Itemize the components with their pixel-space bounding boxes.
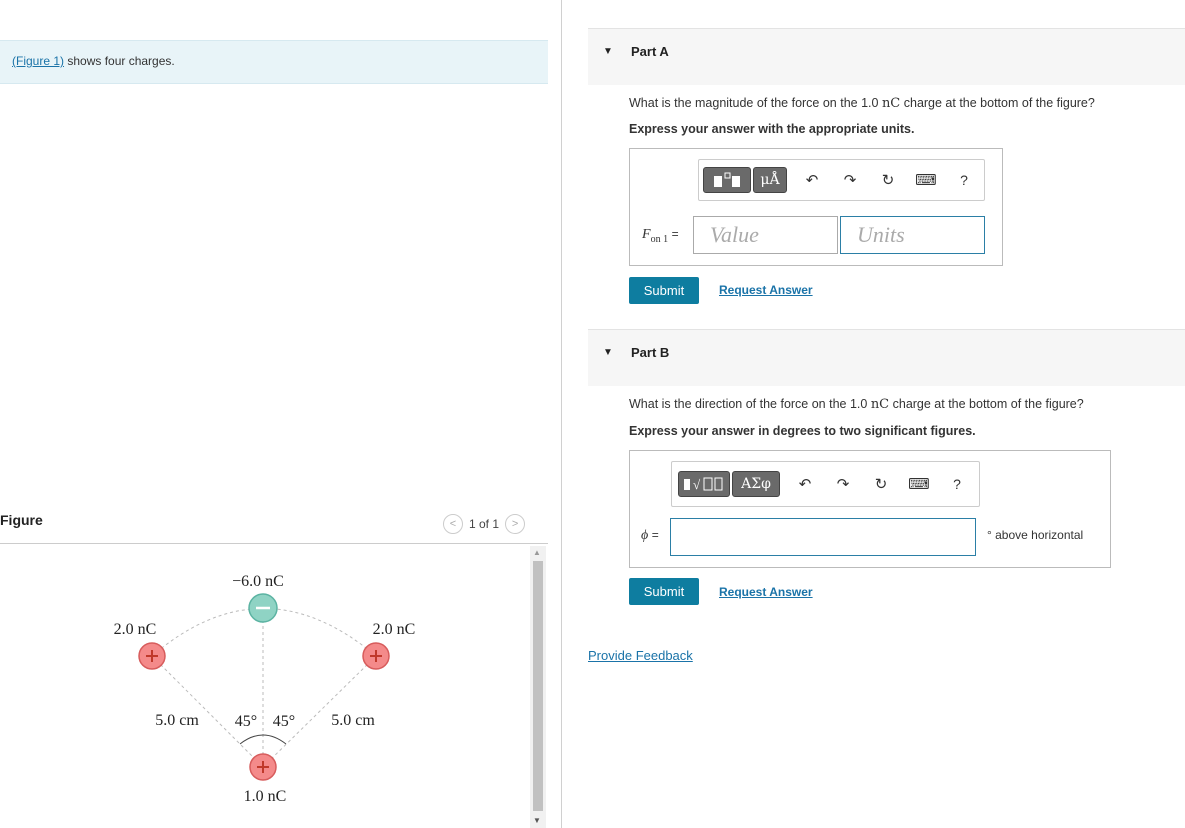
charge-bottom bbox=[249, 753, 277, 781]
part-b-header[interactable] bbox=[588, 329, 1185, 386]
part-a-toolbar: μÅ ↶ ↷ ↻ ⌨ ? bbox=[698, 159, 985, 201]
reset-icon[interactable]: ↻ bbox=[875, 171, 901, 189]
help-icon[interactable]: ? bbox=[944, 476, 970, 492]
undo-icon[interactable]: ↶ bbox=[792, 475, 818, 493]
figure-link[interactable]: (Figure 1) bbox=[12, 54, 64, 68]
units-input[interactable]: Units bbox=[840, 216, 985, 254]
scroll-down-icon[interactable]: ▼ bbox=[533, 816, 541, 825]
charge-figure: −6.0 nC 2.0 nC 2.0 nC 1.0 nC 5.0 cm 5.0 … bbox=[114, 573, 416, 805]
figure-pager: < 1 of 1 > bbox=[443, 514, 526, 534]
charge-top bbox=[248, 593, 278, 623]
part-b-question: What is the direction of the force on th… bbox=[629, 397, 1084, 412]
charge-left bbox=[138, 642, 166, 670]
label-distance-left: 5.0 cm bbox=[155, 712, 199, 729]
part-b-toolbar: √ ΑΣφ ↶ ↷ ↻ ⌨ ? bbox=[671, 461, 980, 507]
redo-icon[interactable]: ↷ bbox=[837, 171, 863, 189]
part-a-variable: Fon 1 = bbox=[642, 227, 679, 245]
next-figure-button[interactable]: > bbox=[505, 514, 526, 534]
part-a-label: Part A bbox=[631, 44, 669, 59]
part-b-variable: ϕ = bbox=[641, 528, 659, 543]
part-b-request-answer-link[interactable]: Request Answer bbox=[719, 585, 813, 599]
undo-icon[interactable]: ↶ bbox=[799, 171, 825, 189]
keyboard-icon[interactable]: ⌨ bbox=[906, 475, 932, 493]
greek-symbols-icon[interactable]: ΑΣφ bbox=[732, 471, 780, 497]
column-divider bbox=[561, 0, 562, 828]
part-a-collapse-icon[interactable]: ▼ bbox=[603, 46, 613, 57]
label-charge-left: 2.0 nC bbox=[114, 621, 157, 638]
figure-title: Figure bbox=[0, 512, 43, 528]
keyboard-icon[interactable]: ⌨ bbox=[913, 171, 939, 189]
part-b-label: Part B bbox=[631, 345, 670, 360]
redo-icon[interactable]: ↷ bbox=[830, 475, 856, 493]
direction-input[interactable] bbox=[670, 518, 976, 556]
pager-text: 1 of 1 bbox=[469, 517, 500, 531]
svg-text:√: √ bbox=[693, 477, 701, 492]
label-charge-right: 2.0 nC bbox=[373, 621, 416, 638]
units-icon[interactable]: μÅ bbox=[753, 167, 787, 193]
part-b-collapse-icon[interactable]: ▼ bbox=[603, 347, 613, 358]
template-icon[interactable] bbox=[703, 167, 751, 193]
label-charge-top: −6.0 nC bbox=[232, 573, 284, 590]
math-template-icon[interactable]: √ bbox=[678, 471, 730, 497]
label-charge-bottom: 1.0 nC bbox=[244, 788, 287, 805]
part-a-instruction: Express your answer with the appropriate… bbox=[629, 122, 915, 136]
intro-sentence: shows four charges. bbox=[64, 54, 175, 68]
label-angle-right: 45° bbox=[273, 713, 295, 730]
part-a-question: What is the magnitude of the force on th… bbox=[629, 96, 1095, 111]
direction-suffix: ° above horizontal bbox=[987, 528, 1084, 542]
part-b-instruction: Express your answer in degrees to two si… bbox=[629, 424, 976, 438]
part-b-submit-button[interactable]: Submit bbox=[629, 578, 699, 605]
reset-icon[interactable]: ↻ bbox=[868, 475, 894, 493]
label-angle-left: 45° bbox=[235, 713, 257, 730]
scroll-up-icon[interactable]: ▲ bbox=[533, 548, 541, 557]
part-a-submit-button[interactable]: Submit bbox=[629, 277, 699, 304]
part-a-request-answer-link[interactable]: Request Answer bbox=[719, 283, 813, 297]
figure-divider bbox=[0, 543, 548, 544]
scrollbar-thumb[interactable] bbox=[533, 561, 543, 811]
intro-text: (Figure 1) shows four charges. bbox=[12, 54, 175, 68]
part-a-header[interactable] bbox=[588, 28, 1185, 85]
value-input[interactable]: Value bbox=[693, 216, 838, 254]
help-icon[interactable]: ? bbox=[951, 172, 977, 188]
label-distance-right: 5.0 cm bbox=[331, 712, 375, 729]
provide-feedback-link[interactable]: Provide Feedback bbox=[588, 648, 693, 663]
prev-figure-button[interactable]: < bbox=[443, 514, 463, 534]
charge-right bbox=[362, 642, 390, 670]
